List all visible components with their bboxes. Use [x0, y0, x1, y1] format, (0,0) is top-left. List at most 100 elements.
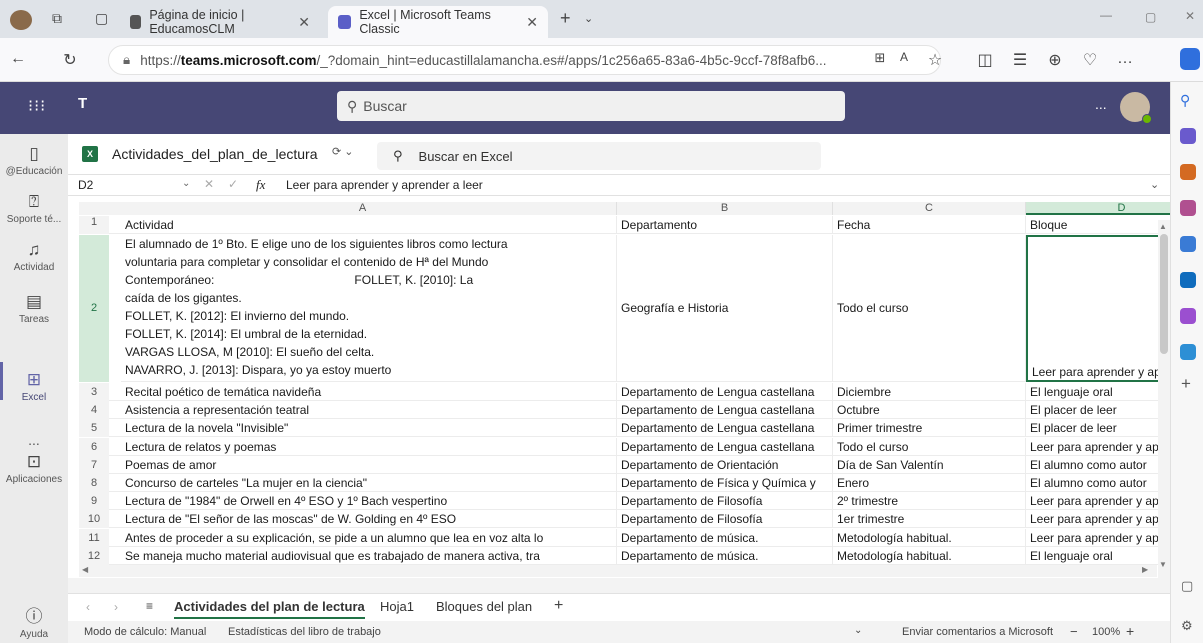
tab-list-chevron-icon[interactable]: ⌄	[584, 12, 593, 25]
cell-a[interactable]: Lectura de "1984" de Orwell en 4º ESO y …	[109, 492, 617, 511]
name-box-chevron-icon[interactable]: ⌄	[182, 178, 190, 189]
cell-b[interactable]: Departamento de Lengua castellana	[617, 419, 833, 438]
expand-formula-chevron-icon[interactable]: ⌄	[1150, 178, 1159, 191]
row-header[interactable]: 7	[79, 455, 109, 474]
select-all-corner[interactable]	[79, 202, 109, 215]
chevron-down-icon[interactable]: ⟳ ⌄	[332, 145, 354, 158]
collections-icon[interactable]: ⊕	[1045, 50, 1065, 70]
cell-d[interactable]: El lenguaje oral	[1026, 383, 1170, 401]
status-chevron-icon[interactable]: ⌄	[854, 625, 862, 636]
confirm-icon[interactable]: ✓	[228, 177, 238, 191]
column-header-c[interactable]: C	[833, 202, 1026, 215]
rail-item-educacion[interactable]: ▯ @Educación	[0, 144, 68, 177]
tab-educamos[interactable]: Página de inicio | EducamosCLM ✕	[120, 6, 320, 38]
tab-actions-icon[interactable]: ▢	[95, 10, 108, 27]
cell-a[interactable]: Poemas de amor	[109, 455, 617, 474]
file-name[interactable]: Actividades_del_plan_de_lectura	[112, 146, 317, 162]
cell-d[interactable]: El alumno como autor	[1026, 456, 1170, 474]
cell-c1[interactable]: Fecha	[833, 216, 1026, 234]
cell-a[interactable]: Concurso de carteles "La mujer en la cie…	[109, 474, 617, 492]
cell-a[interactable]: Asistencia a representación teatral	[109, 401, 617, 420]
row-header[interactable]: 9	[79, 492, 109, 511]
tab-excel-teams[interactable]: Excel | Microsoft Teams Classic ✕	[328, 6, 548, 38]
maximize-icon[interactable]: ▢	[1145, 10, 1156, 24]
cell-d[interactable]: El placer de leer	[1026, 419, 1170, 438]
cell-a[interactable]: Recital poético de temática navideña	[109, 383, 617, 401]
cell-d1[interactable]: Bloque	[1026, 216, 1170, 234]
rail-item-actividad[interactable]: ♫ Actividad	[0, 240, 68, 273]
sidebar-toggle-icon[interactable]: ▢	[1181, 578, 1193, 594]
teams-search[interactable]: ⚲ Buscar	[337, 91, 845, 121]
cell-b[interactable]: Departamento de Lengua castellana	[617, 383, 833, 401]
cell-c[interactable]: Octubre	[833, 401, 1026, 420]
split-screen-icon[interactable]: ◫	[975, 50, 995, 70]
workspaces-icon[interactable]: ⧉	[52, 10, 62, 27]
close-window-icon[interactable]: ✕	[1185, 9, 1195, 23]
search-sidebar-icon[interactable]: ⚲	[1180, 92, 1190, 109]
cell-b1[interactable]: Departamento	[617, 216, 833, 234]
cell-d[interactable]: Leer para aprender y aprender a leer	[1026, 510, 1170, 529]
cell-c[interactable]: Todo el curso	[833, 437, 1026, 456]
cell-d[interactable]: Leer para aprender y aprender a leer	[1026, 492, 1170, 511]
cell-d[interactable]: Leer para aprender y aprender a leer	[1026, 438, 1170, 456]
cell-b[interactable]: Departamento de música.	[617, 546, 833, 565]
app-launcher-icon[interactable]: ⁝⁝⁝	[28, 96, 46, 116]
cell-c[interactable]: Diciembre	[833, 383, 1026, 401]
favorites-list-icon[interactable]: ☰	[1010, 50, 1030, 70]
cell-c2[interactable]: Todo el curso	[833, 235, 1026, 382]
vertical-scroll-thumb[interactable]	[1160, 234, 1168, 354]
next-sheet-icon[interactable]: ›	[114, 600, 118, 614]
people-icon[interactable]	[1180, 200, 1196, 216]
cell-b[interactable]: Departamento de Lengua castellana	[617, 437, 833, 456]
row-header[interactable]: 11	[79, 528, 109, 547]
cell-a1[interactable]: Actividad	[109, 216, 617, 234]
column-header-b[interactable]: B	[617, 202, 833, 215]
profile-avatar[interactable]	[10, 10, 32, 30]
cell-d[interactable]: El placer de leer	[1026, 401, 1170, 420]
cell-a[interactable]: Lectura de relatos y poemas	[109, 437, 617, 456]
cell-b2[interactable]: Geografía e Historia	[617, 235, 833, 382]
row-header[interactable]: 6	[79, 437, 109, 456]
feedback-link[interactable]: Enviar comentarios a Microsoft	[902, 626, 1053, 638]
send-icon[interactable]	[1180, 344, 1196, 360]
back-icon[interactable]: ←	[8, 50, 28, 68]
minimize-icon[interactable]: —	[1100, 8, 1112, 22]
rail-item-more[interactable]: ...	[0, 432, 68, 448]
designer-icon[interactable]	[1180, 308, 1196, 324]
row-header[interactable]: 4	[79, 401, 109, 420]
cell-b[interactable]: Departamento de música.	[617, 528, 833, 547]
row-header[interactable]: 12	[79, 546, 109, 565]
row-header-selected[interactable]: 2	[79, 235, 109, 382]
more-options-button[interactable]: ...	[1095, 96, 1107, 112]
cell-d[interactable]: El alumno como autor	[1026, 474, 1170, 492]
formula-input[interactable]: Leer para aprender y aprender a leer	[286, 178, 483, 192]
office-icon[interactable]	[1180, 236, 1196, 252]
cell-a2[interactable]: El alumnado de 1º Bto. E elige uno de lo…	[121, 235, 617, 382]
row-header[interactable]: 5	[79, 419, 109, 438]
favorite-star-icon[interactable]: ☆	[925, 50, 945, 70]
new-tab-icon[interactable]: +	[560, 8, 571, 29]
cell-c[interactable]: Metodología habitual.	[833, 528, 1026, 547]
cell-b[interactable]: Departamento de Filosofía	[617, 510, 833, 529]
name-box[interactable]: D2	[78, 178, 93, 192]
row-header[interactable]: 3	[79, 383, 109, 401]
fx-icon[interactable]: fx	[256, 177, 265, 193]
cell-a[interactable]: Lectura de la novela "Invisible"	[109, 419, 617, 438]
zoom-out-icon[interactable]: −	[1070, 624, 1078, 639]
cell-c[interactable]: Día de San Valentín	[833, 455, 1026, 474]
close-tab-icon[interactable]: ✕	[526, 14, 538, 31]
cell-c[interactable]: Metodología habitual.	[833, 546, 1026, 565]
prev-sheet-icon[interactable]: ‹	[86, 600, 90, 614]
read-aloud-icon[interactable]: A	[894, 50, 914, 64]
performance-icon[interactable]: ♡	[1080, 50, 1100, 70]
sheet-tab-bloques[interactable]: Bloques del plan	[436, 599, 532, 614]
cell-b[interactable]: Departamento de Orientación	[617, 455, 833, 474]
cell-b[interactable]: Departamento de Física y Química y	[617, 474, 833, 492]
app-available-icon[interactable]: ⊞	[870, 50, 890, 66]
scroll-left-icon[interactable]: ◀	[82, 565, 88, 574]
scroll-up-icon[interactable]: ▲	[1159, 222, 1167, 231]
outlook-icon[interactable]	[1180, 272, 1196, 288]
cell-c[interactable]: 1er trimestre	[833, 510, 1026, 529]
cell-c[interactable]: Enero	[833, 474, 1026, 492]
calc-mode[interactable]: Modo de cálculo: Manual	[84, 626, 206, 638]
